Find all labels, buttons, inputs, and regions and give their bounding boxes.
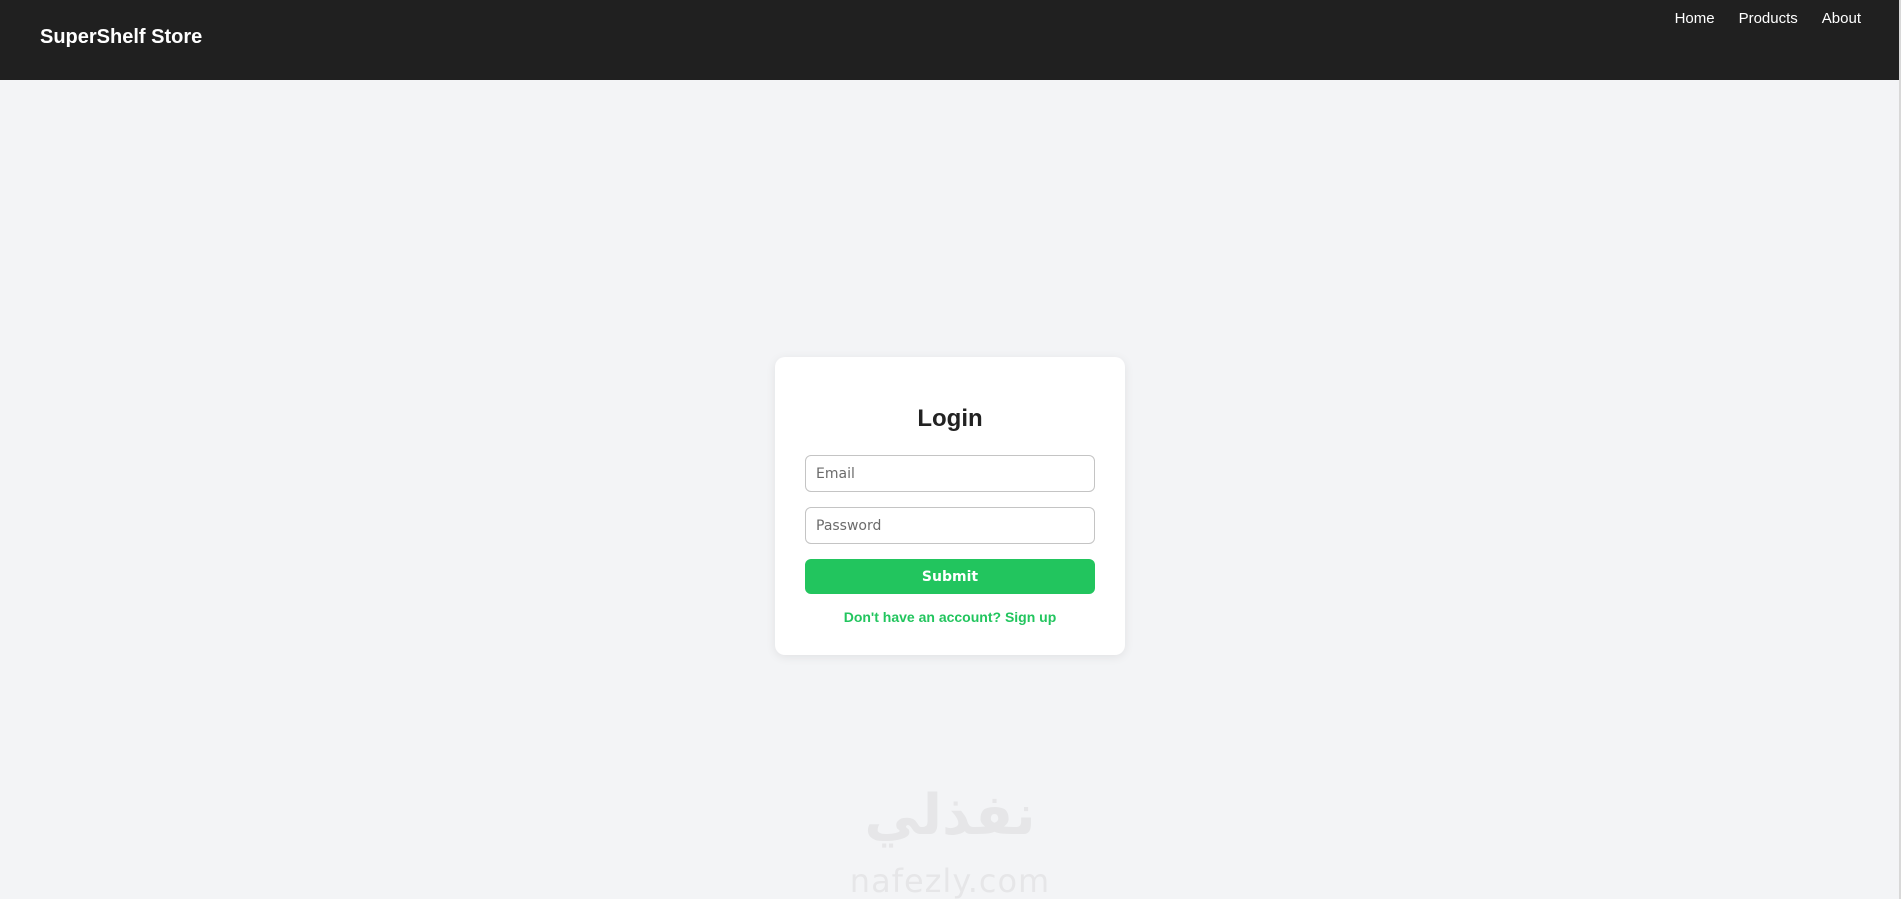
brand-logo-text[interactable]: SuperShelf Store [40,26,202,49]
nav-link-products[interactable]: Products [1739,10,1798,27]
watermark-arabic-text: نفذلي [864,783,1036,848]
watermark-latin-text: nafezly.com [849,862,1051,899]
nav-link-about[interactable]: About [1822,10,1861,27]
watermark-logo: نفذلي nafezly.com [830,780,1070,899]
signup-link[interactable]: Don't have an account? Sign up [775,609,1125,625]
nav-links: Home Products About [1651,10,1861,27]
submit-button[interactable]: Submit [805,559,1095,594]
top-navbar: SuperShelf Store Home Products About [0,0,1899,80]
password-field[interactable] [805,507,1095,544]
login-card: Login Submit Don't have an account? Sign… [775,357,1125,655]
email-field[interactable] [805,455,1095,492]
login-title: Login [917,405,983,432]
nav-link-home[interactable]: Home [1675,10,1715,27]
